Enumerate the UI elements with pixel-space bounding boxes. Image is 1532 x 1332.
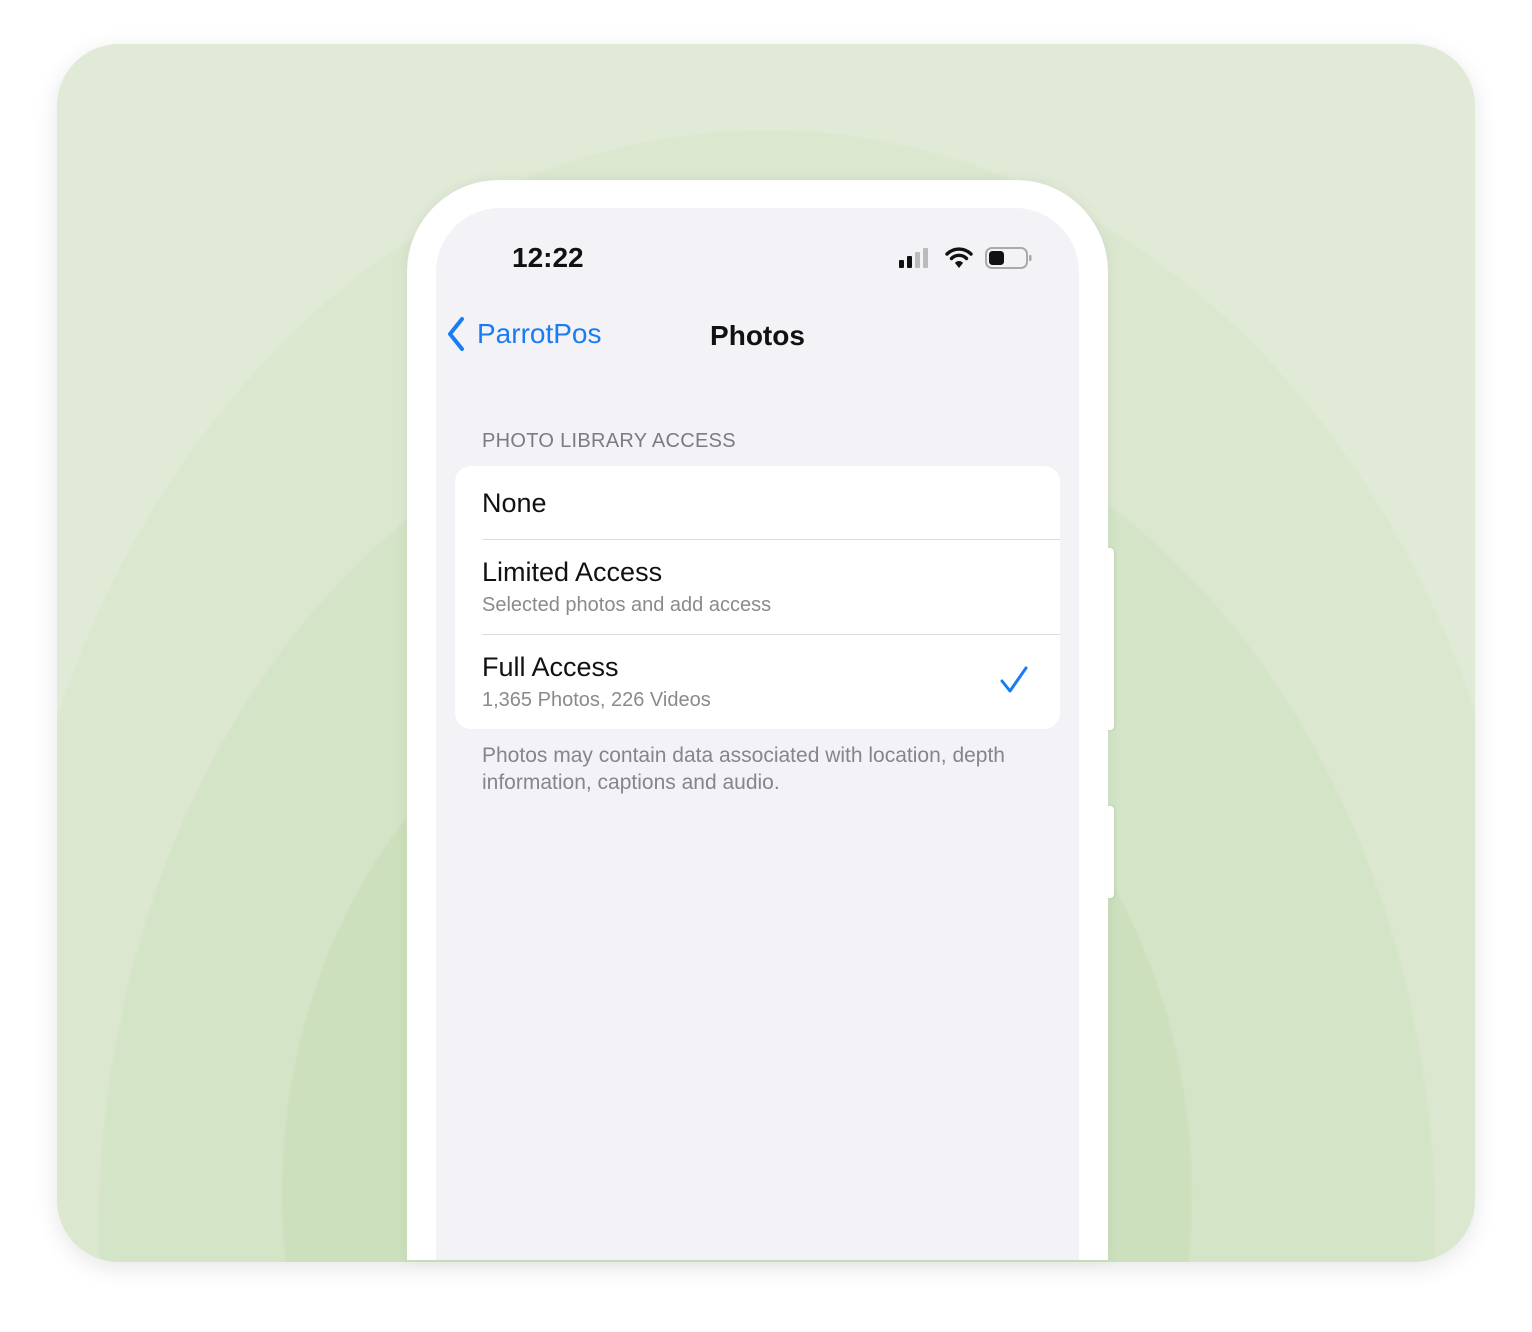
option-full-access[interactable]: Full Access 1,365 Photos, 226 Videos — [455, 634, 1060, 729]
phone-side-button — [1107, 548, 1114, 730]
option-label: Full Access — [482, 652, 619, 682]
phone-screen: 12:22 ParrotPos Photos PHOTO LIBRARY ACC… — [436, 208, 1079, 1260]
signal-icon — [899, 248, 928, 268]
section-footer: Photos may contain data associated with … — [482, 744, 1005, 794]
option-limited-access[interactable]: Limited Access Selected photos and add a… — [455, 539, 1060, 634]
option-label: None — [482, 488, 547, 518]
phone-side-button — [1107, 806, 1114, 898]
status-icons — [899, 246, 1033, 270]
section-header: PHOTO LIBRARY ACCESS — [482, 430, 736, 452]
option-sublabel: Selected photos and add access — [482, 594, 772, 616]
option-none[interactable]: None — [455, 466, 1060, 539]
access-options-list: None Limited Access Selected photos and … — [455, 466, 1060, 729]
option-label: Limited Access — [482, 557, 663, 587]
option-sublabel: 1,365 Photos, 226 Videos — [482, 689, 711, 711]
status-time: 12:22 — [512, 242, 584, 273]
checkmark-icon — [1000, 666, 1028, 693]
battery-icon — [985, 247, 1032, 269]
wifi-icon — [945, 247, 973, 268]
page-title: Photos — [710, 320, 805, 351]
